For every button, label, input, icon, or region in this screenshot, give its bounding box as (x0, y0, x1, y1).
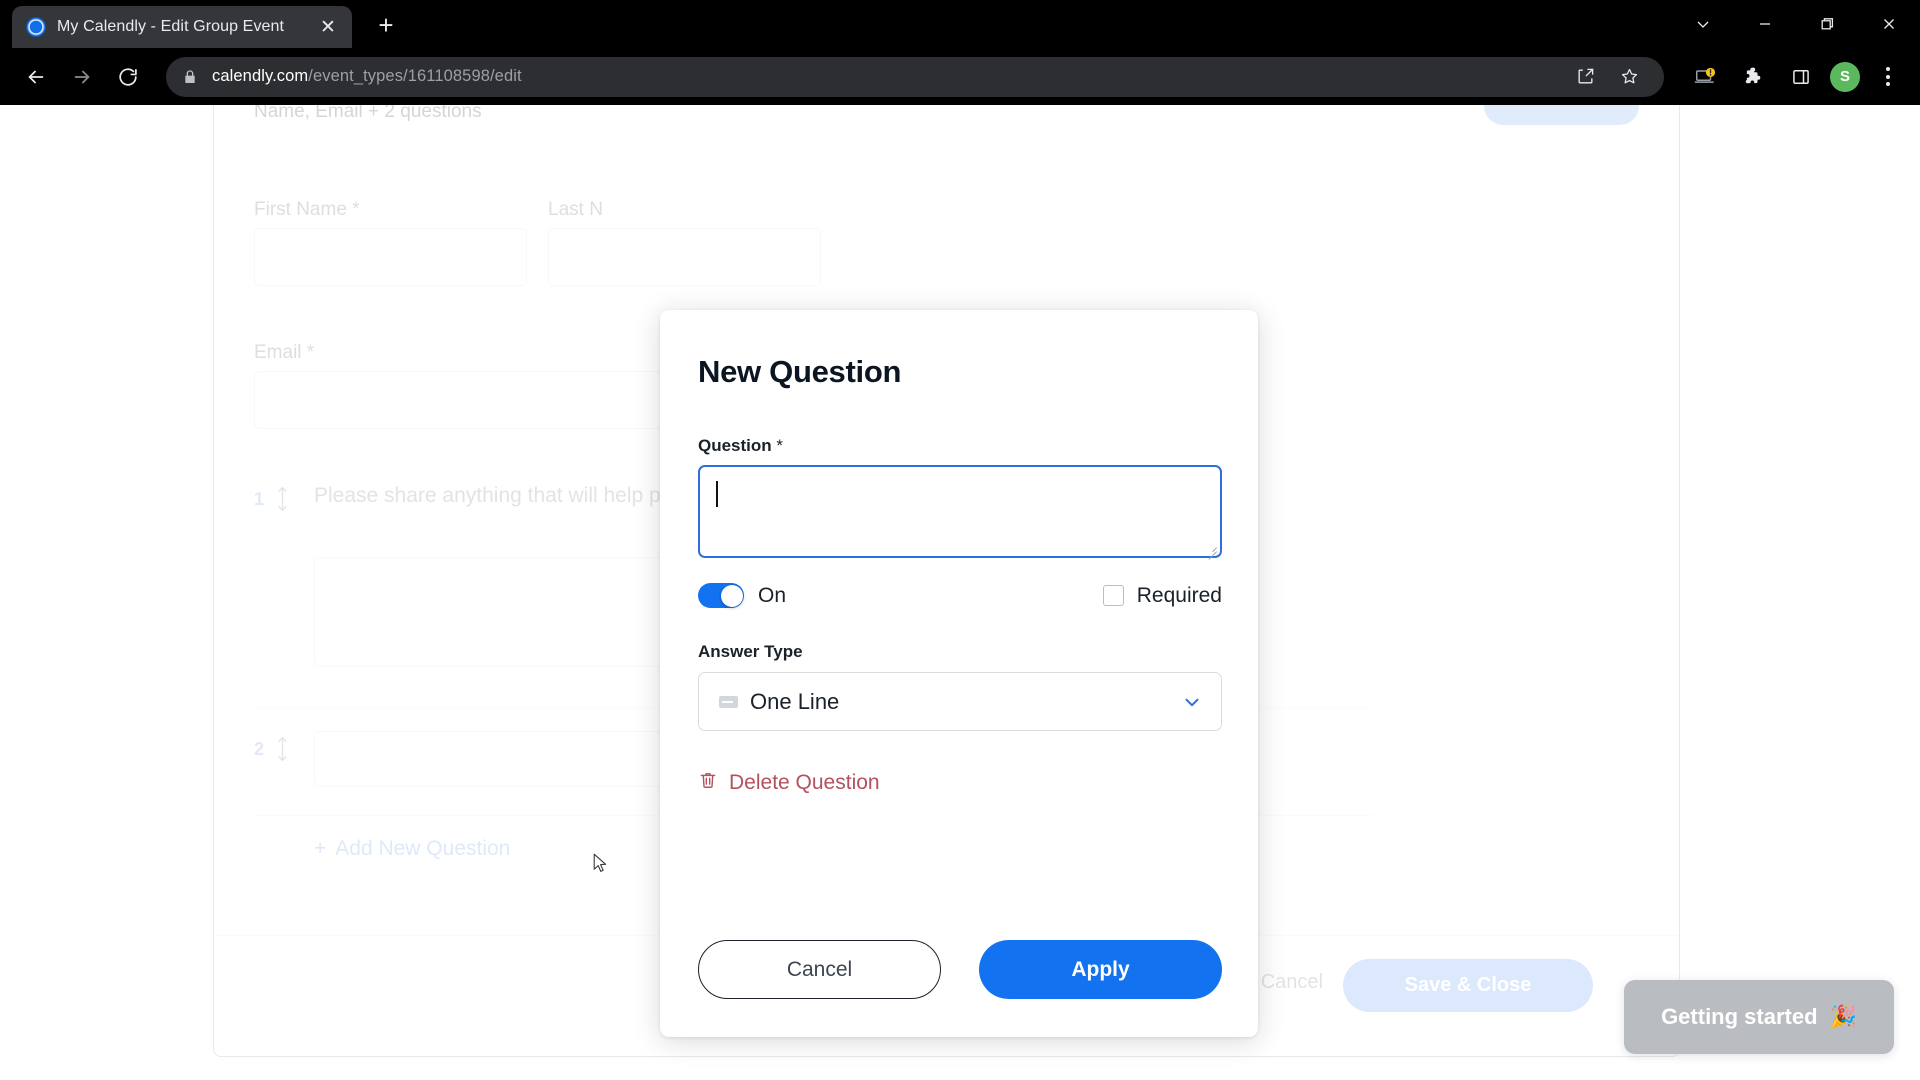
omnibox-actions (1556, 58, 1648, 96)
delete-question-label: Delete Question (729, 771, 880, 794)
input-last-name[interactable] (548, 228, 821, 286)
add-new-question-label: Add New Question (335, 837, 511, 860)
question-2-reorder-icon[interactable] (276, 736, 289, 765)
plus-icon: + (314, 837, 327, 860)
question-field-label: Question * (698, 436, 1220, 456)
toggle-knob (720, 584, 743, 607)
delete-question-link[interactable]: Delete Question (698, 770, 1220, 796)
question-enabled-toggle[interactable] (698, 583, 744, 608)
tab-title: My Calendly - Edit Group Event (57, 18, 285, 35)
required-asterisk: * (776, 436, 784, 455)
extension-icons: S (1686, 58, 1906, 96)
new-question-dialog: New Question Question * On Required Answ… (660, 310, 1258, 1037)
side-panel-icon[interactable] (1782, 58, 1820, 96)
getting-started-label: Getting started (1661, 1004, 1818, 1029)
save-and-close-button[interactable]: Save & Close (1343, 959, 1593, 1012)
input-first-name[interactable] (254, 228, 527, 286)
required-checkbox[interactable] (1102, 585, 1124, 606)
share-icon[interactable] (1566, 58, 1604, 96)
cancel-button[interactable]: Cancel (698, 940, 941, 999)
one-line-icon (719, 695, 738, 708)
chrome-menu-icon[interactable] (1870, 58, 1906, 96)
top-right-pill-button[interactable] (1484, 105, 1639, 125)
label-first-name: First Name * (254, 199, 360, 220)
profile-avatar[interactable]: S (1830, 61, 1860, 92)
url-text: calendly.com/event_types/161108598/edit (212, 67, 522, 86)
back-icon[interactable] (14, 55, 58, 99)
tab-strip: My Calendly - Edit Group Event ✕ + (0, 0, 406, 48)
bookmark-star-icon[interactable] (1610, 58, 1648, 96)
dialog-actions: Cancel Apply (698, 940, 1222, 999)
forward-icon[interactable] (60, 55, 104, 99)
required-checkbox-label: Required (1136, 583, 1222, 607)
text-caret (716, 481, 718, 507)
secure-lock-icon (182, 69, 198, 85)
enable-question-row: On Required (698, 583, 1222, 608)
question-input[interactable] (698, 465, 1222, 560)
question-1-reorder-icon[interactable] (276, 486, 289, 515)
required-checkbox-group[interactable]: Required (1102, 583, 1222, 608)
browser-titlebar: My Calendly - Edit Group Event ✕ + (0, 0, 1920, 48)
address-bar[interactable]: calendly.com/event_types/161108598/edit (166, 56, 1664, 97)
resize-handle-icon[interactable] (1205, 541, 1217, 560)
dialog-title: New Question (698, 354, 902, 389)
label-last-name: Last N (548, 199, 603, 220)
trash-icon (698, 770, 718, 796)
question-1-number: 1 (254, 489, 265, 509)
getting-started-widget[interactable]: Getting started 🎉 (1624, 980, 1894, 1054)
page-cancel-button[interactable]: Cancel (1261, 971, 1323, 994)
calendly-favicon (26, 17, 46, 37)
toggle-state-label: On (758, 583, 787, 607)
close-window-icon[interactable] (1858, 0, 1920, 48)
new-tab-button[interactable]: + (366, 5, 406, 45)
party-popper-icon: 🎉 (1829, 1004, 1857, 1029)
window-controls (1672, 0, 1920, 48)
page-viewport: Name, Email + 2 questions First Name * L… (0, 105, 1920, 1080)
device-notification-icon[interactable] (1686, 58, 1724, 96)
url-path: /event_types/161108598/edit (308, 67, 522, 85)
minimize-icon[interactable] (1734, 0, 1796, 48)
answer-type-select[interactable]: One Line (698, 672, 1222, 731)
answer-type-value: One Line (750, 688, 840, 714)
form-subtitle: Name, Email + 2 questions (254, 105, 482, 122)
extensions-puzzle-icon[interactable] (1734, 58, 1772, 96)
browser-tab-active[interactable]: My Calendly - Edit Group Event ✕ (12, 6, 352, 48)
reload-icon[interactable] (106, 55, 150, 99)
tab-search-icon[interactable] (1672, 0, 1734, 48)
url-host: calendly.com (212, 67, 309, 85)
answer-type-label: Answer Type (698, 642, 803, 661)
chevron-down-icon (1181, 691, 1203, 713)
question-2-number: 2 (254, 739, 265, 759)
browser-window: My Calendly - Edit Group Event ✕ + calen… (0, 0, 1920, 1080)
close-tab-icon[interactable]: ✕ (314, 13, 342, 41)
browser-toolbar: calendly.com/event_types/161108598/edit … (0, 48, 1920, 105)
apply-button[interactable]: Apply (979, 940, 1222, 999)
add-new-question-button[interactable]: + Add New Question (314, 837, 510, 861)
maximize-icon[interactable] (1796, 0, 1858, 48)
mouse-cursor (593, 853, 609, 875)
question-label-text: Question (698, 436, 772, 455)
label-email: Email * (254, 342, 315, 363)
